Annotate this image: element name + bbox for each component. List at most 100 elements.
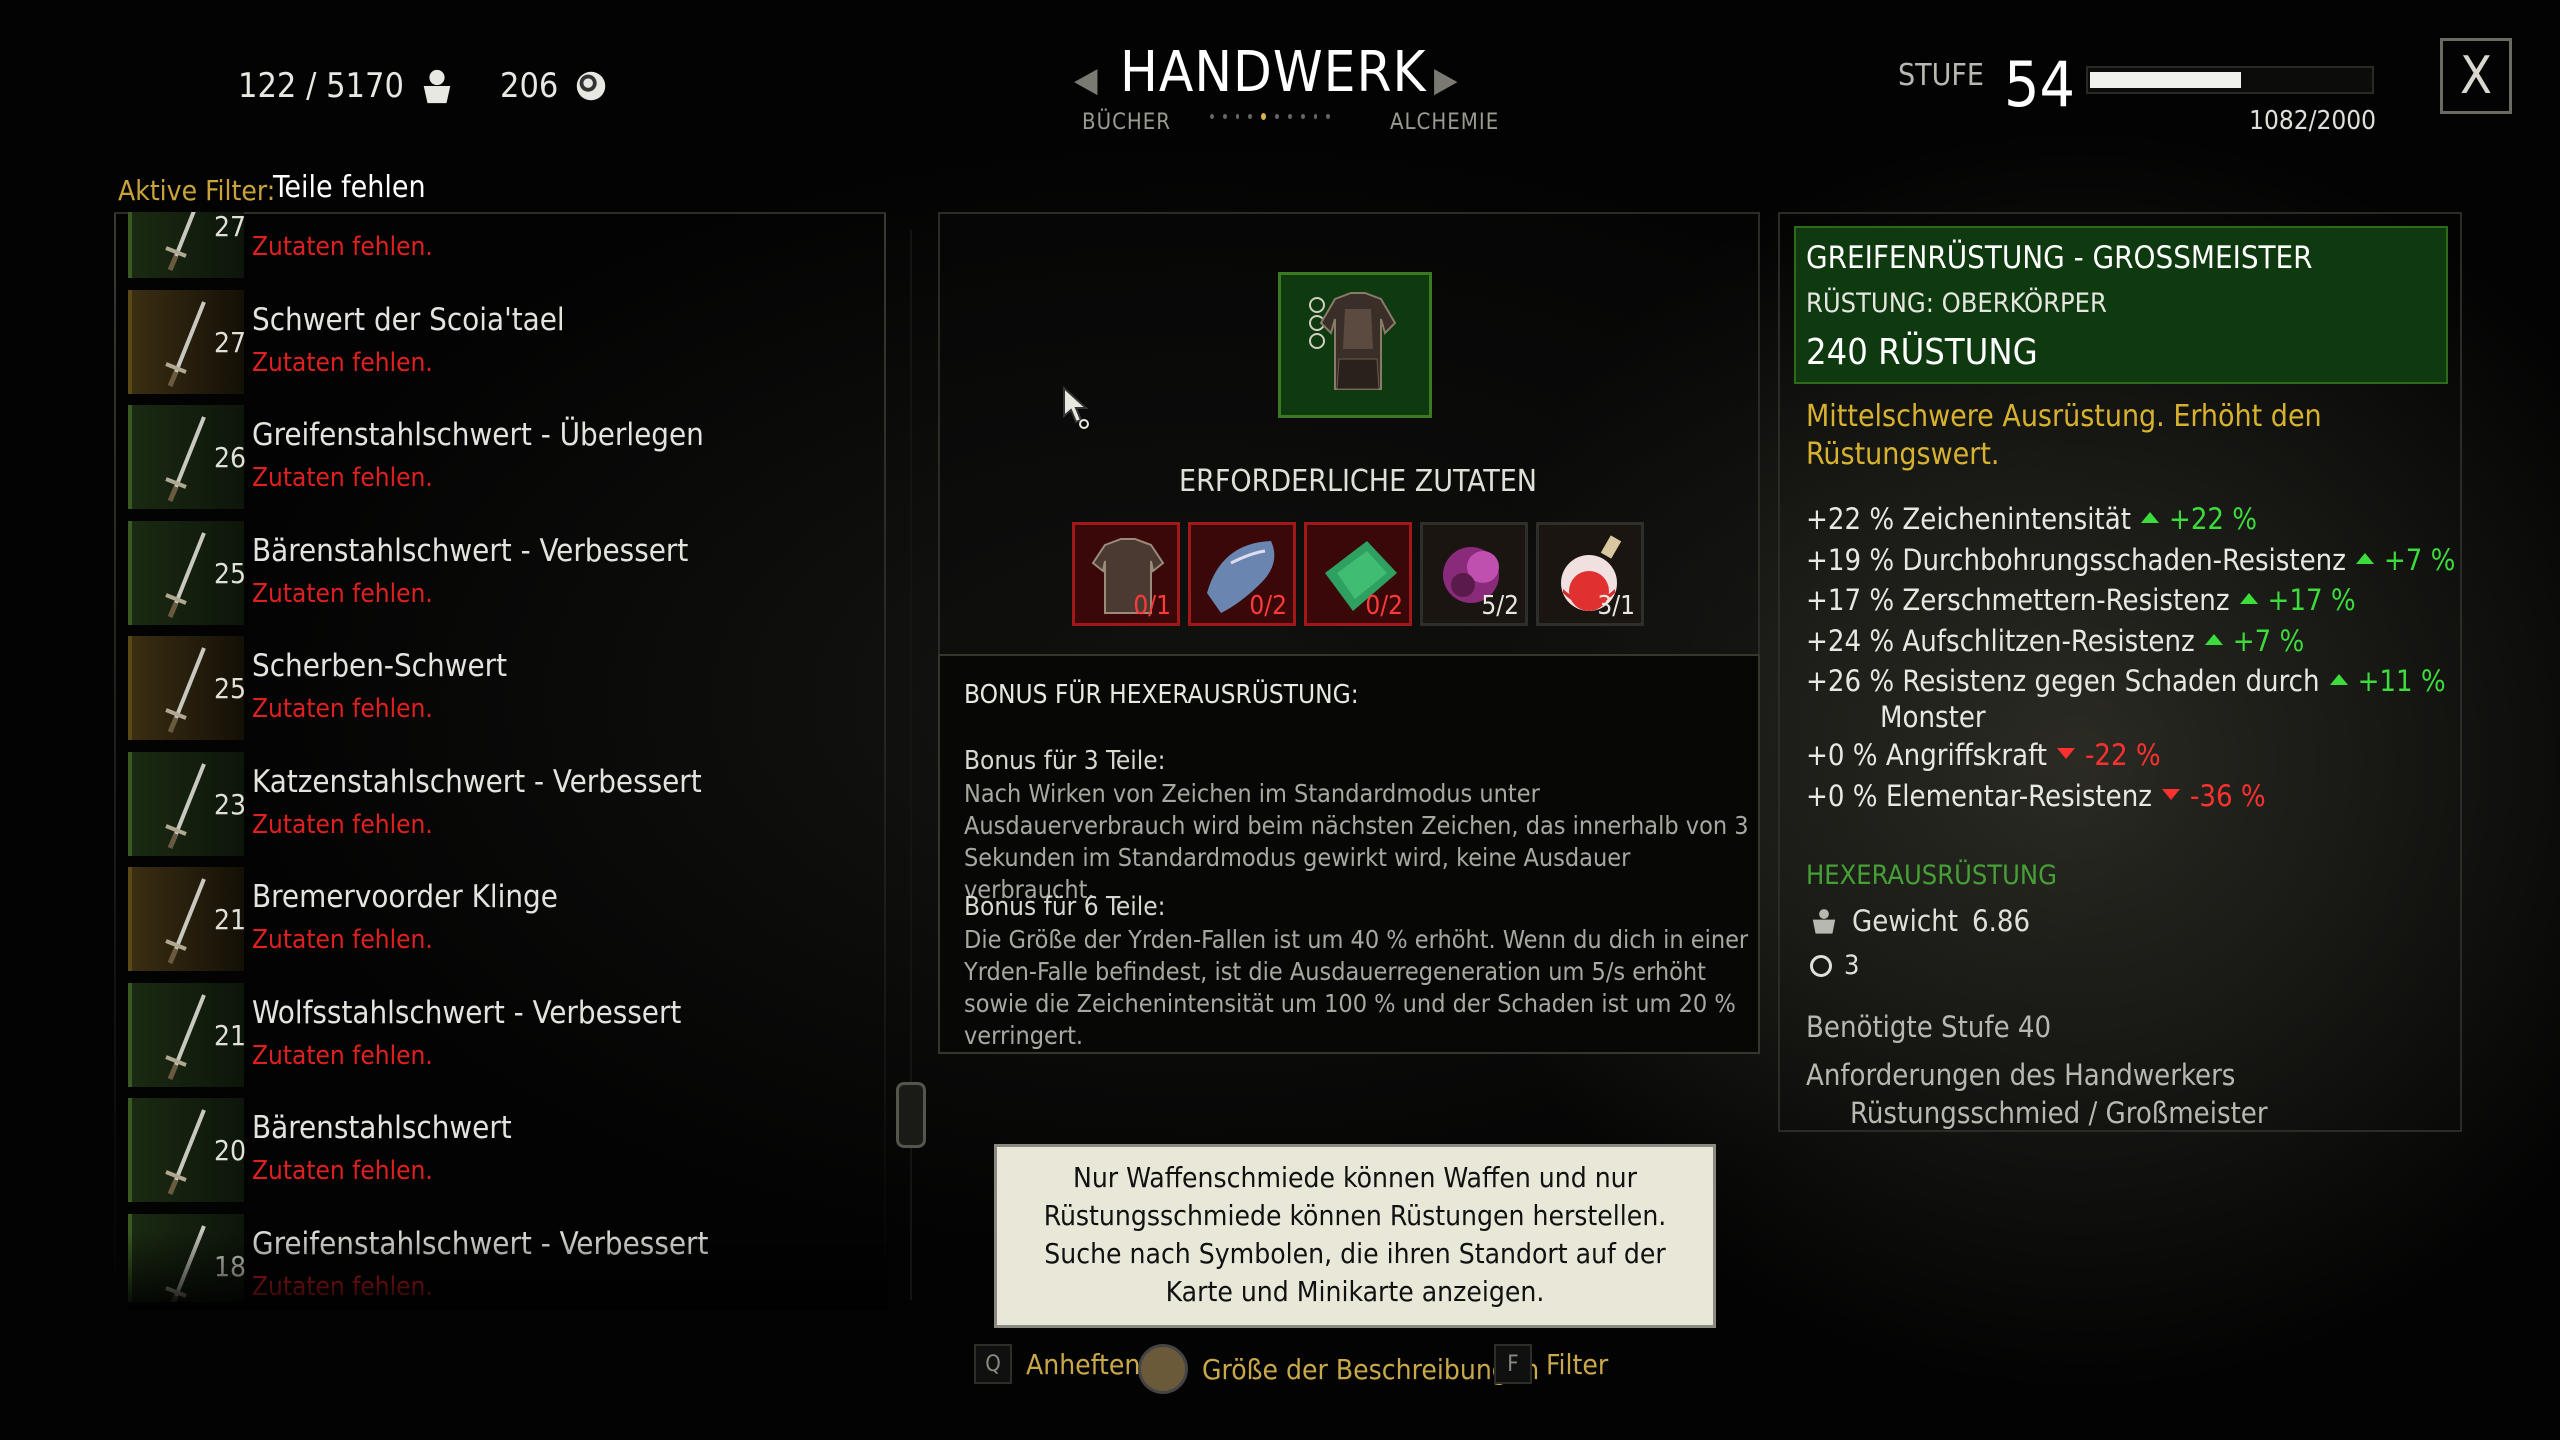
stat-text: +26 % Resistenz gegen Schaden durch: [1806, 664, 2320, 698]
hint-filter-label: Filter: [1546, 1347, 1609, 1381]
recipe-status: Zutaten fehlen.: [252, 578, 433, 609]
stat-delta: +7 %: [2232, 623, 2305, 658]
active-filter-value[interactable]: Teile fehlen: [273, 170, 426, 205]
item-type: RÜSTUNG: OBERKÖRPER: [1806, 288, 2107, 319]
armor-icon: [1319, 292, 1397, 390]
recipe-list-item[interactable]: 27 Schwert der Scoia'tael Zutaten fehlen.: [128, 289, 888, 394]
recipe-status: Zutaten fehlen.: [252, 809, 433, 840]
recipe-level: 20: [214, 1134, 247, 1167]
recipe-list-item[interactable]: 25 Scherben-Schwert Zutaten fehlen.: [128, 636, 888, 740]
increase-arrow-icon: [2355, 552, 2374, 564]
item-category: HEXERAUSRÜSTUNG: [1806, 860, 2057, 891]
stat-delta: -22 %: [2085, 738, 2161, 772]
stat-row: +17 % Zerschmettern-Resistenz +17 %: [1806, 583, 2356, 617]
ingredients-title: ERFORDERLICHE ZUTATEN: [1179, 464, 1537, 499]
recipe-status: Zutaten fehlen.: [252, 925, 433, 955]
recipe-list-item[interactable]: 21 Bremervoorder Klinge Zutaten fehlen.: [128, 867, 888, 971]
increase-arrow-icon: [2140, 512, 2159, 523]
slot-icon: [1810, 954, 1832, 977]
hint-description-size-label: Größe der Beschreibungen: [1202, 1352, 1540, 1386]
item-weight: Gewicht 6.86: [1810, 904, 2030, 938]
recipe-status: Zutaten fehlen.: [252, 694, 433, 724]
recipe-list-item[interactable]: 21 Wolfsstahlschwert - Verbessert Zutaten …: [128, 982, 888, 1087]
ingredient-count: 0/1: [1133, 591, 1171, 621]
recipe-name: Greifenstahlschwert - Überlegen: [252, 417, 704, 453]
recipe-level: 21: [214, 1018, 247, 1052]
scrollbar-handle[interactable]: [896, 1082, 926, 1148]
crafter-requirement-label: Anforderungen des Handwerkers: [1806, 1058, 2236, 1092]
weight-icon: [423, 69, 451, 104]
ingredient-slot[interactable]: 0/2: [1188, 522, 1296, 626]
recipe-name: Wolfsstahlschwert - Verbessert: [252, 994, 682, 1031]
hint-filter[interactable]: F Filter: [1494, 1344, 1608, 1384]
stat-text: +0 % Angriffskraft: [1806, 738, 2048, 772]
increase-arrow-icon: [2239, 593, 2258, 604]
xp-text: 1082/2000: [2249, 106, 2376, 136]
stat-text: +22 % Zeichenintensität: [1806, 502, 2131, 536]
tab-alchemy[interactable]: ALCHEMIE: [1390, 110, 1499, 135]
tab-books[interactable]: BÜCHER: [1082, 110, 1171, 135]
recipe-status: Zutaten fehlen.: [252, 347, 433, 378]
prev-tab-arrow-icon[interactable]: ◀: [1074, 60, 1098, 100]
recipe-name: Katzenstahlschwert - Verbessert: [252, 763, 702, 800]
stat-row: +19 % Durchbohrungsschaden-Resistenz +7 %: [1806, 543, 2455, 577]
crowns-icon: [577, 71, 606, 101]
recipe-list-item[interactable]: 27 Zutaten fehlen.: [128, 212, 888, 278]
ingredient-count: 5/2: [1481, 591, 1519, 621]
crafter-requirement-value: Rüstungsschmied / Großmeister: [1850, 1096, 2268, 1130]
recipe-name: Scherben-Schwert: [252, 648, 508, 684]
stat-delta: +22 %: [2168, 502, 2258, 536]
level-value: 54: [2004, 48, 2075, 121]
stat-row: +22 % Zeichenintensität +22 %: [1806, 502, 2257, 536]
stat-text: +24 % Aufschlitzen-Resistenz: [1806, 623, 2195, 658]
stat-delta: +11 %: [2357, 664, 2446, 698]
recipe-level: 26: [214, 441, 247, 474]
ingredient-count: 3/1: [1597, 591, 1635, 621]
next-tab-arrow-icon[interactable]: ▶: [1434, 60, 1458, 100]
weight-icon: [1812, 909, 1836, 934]
weight-value: 6.86: [1971, 904, 2031, 938]
increase-arrow-icon: [2329, 674, 2348, 685]
recipe-list-item[interactable]: 23 Katzenstahlschwert - Verbessert Zutaten…: [128, 751, 888, 856]
ingredient-slot[interactable]: 0/1: [1072, 522, 1180, 626]
stat-delta: -36 %: [2189, 778, 2266, 813]
bonus-3-title: Bonus für 3 Teile:: [964, 746, 1166, 776]
recipe-name: Schwert der Scoia'tael: [252, 301, 565, 338]
slot-count: 3: [1844, 950, 1860, 981]
recipe-level: 27: [214, 212, 247, 243]
list-fade: [128, 1230, 888, 1310]
bonus-3-text: Nach Wirken von Zeichen im Standardmodus…: [964, 779, 1749, 904]
stat-text: +17 % Zerschmettern-Resistenz: [1806, 583, 2230, 617]
selected-item-icon: [1278, 272, 1432, 418]
recipe-list[interactable]: 27 Zutaten fehlen. 27 Schwert der Scoia'tae…: [128, 212, 888, 1302]
stat-row: +26 % Resistenz gegen Schaden durch +11 %: [1806, 664, 2446, 698]
recipe-list-item[interactable]: 25 Bärenstahlschwert - Verbessert Zutaten …: [128, 520, 888, 625]
ingredient-slot[interactable]: 0/2: [1304, 522, 1412, 626]
witcher-bonus-box: BONUS FÜR HEXERAUSRÜSTUNG: Bonus für 3 T…: [938, 654, 1760, 1054]
crowns-text: 206: [500, 66, 559, 106]
stat-delta: +7 %: [2383, 542, 2456, 577]
increase-arrow-icon: [2204, 633, 2223, 645]
inventory-weight: 122 / 5170: [238, 66, 456, 106]
close-button[interactable]: X: [2440, 38, 2512, 114]
recipe-name: Bärenstahlschwert - Verbessert: [252, 532, 689, 569]
bonus-6-title: Bonus für 6 Teile:: [964, 892, 1166, 922]
hint-pin-label: Anheften: [1026, 1347, 1141, 1381]
decrease-arrow-icon: [2161, 788, 2180, 800]
item-slots: 3: [1810, 950, 1859, 981]
ingredient-slot[interactable]: 5/2: [1420, 522, 1528, 626]
recipe-list-item[interactable]: 20 Bärenstahlschwert Zutaten fehlen.: [128, 1098, 888, 1202]
bonus-6-text: Die Größe der Yrden-Fallen ist um 40 % e…: [964, 925, 1749, 1050]
ingredient-slot[interactable]: 3/1: [1536, 522, 1644, 626]
stat-text: +19 % Durchbohrungsschaden-Resistenz: [1806, 542, 2346, 577]
stat-text: +0 % Elementar-Resistenz: [1806, 778, 2152, 813]
recipe-status: Zutaten fehlen.: [252, 232, 433, 262]
recipe-name: Bremervoorder Klinge: [252, 879, 558, 915]
crafter-tooltip: Nur Waffenschmiede können Waffen und nur…: [994, 1144, 1716, 1328]
hint-pin[interactable]: Q Anheften: [974, 1344, 1140, 1384]
recipe-list-item[interactable]: 26 Greifenstahlschwert - Überlegen Zutaten…: [128, 405, 888, 509]
hint-description-size[interactable]: Größe der Beschreibungen: [1138, 1344, 1539, 1394]
decrease-arrow-icon: [2057, 748, 2076, 759]
item-armor-value: 240 RÜSTUNG: [1806, 332, 2038, 373]
crowns: 206: [500, 66, 610, 106]
